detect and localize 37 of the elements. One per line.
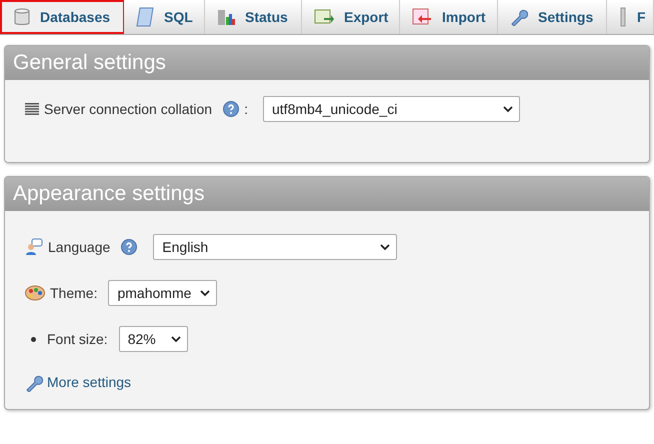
list-icon <box>25 103 39 115</box>
chevron-down-icon <box>170 336 181 342</box>
palette-icon <box>25 285 45 301</box>
panel-title: Appearance settings <box>5 177 649 211</box>
dropdown[interactable]: 82% <box>118 326 188 352</box>
nav-tab[interactable]: SQL <box>124 0 205 34</box>
field-label: Server connection collation <box>44 100 212 118</box>
field-label: Font size: <box>47 330 108 348</box>
help-icon[interactable] <box>223 101 240 117</box>
nav-tab[interactable]: Databases <box>0 0 124 34</box>
chevron-down-icon <box>503 106 513 112</box>
nav-tab[interactable]: Settings <box>498 0 607 34</box>
nav-tab[interactable]: Status <box>205 0 302 34</box>
panel-title: General settings <box>5 46 649 80</box>
table-arrow-icon <box>314 9 334 25</box>
dropdown[interactable]: utf8mb4_unicode_ci <box>263 96 520 122</box>
field-label: Language <box>48 238 110 257</box>
scroll-icon <box>136 7 154 27</box>
bar-chart-icon <box>217 8 235 26</box>
cylinder-icon <box>14 8 30 26</box>
field-label: Theme: <box>50 284 98 302</box>
bar-icon <box>619 7 627 27</box>
chevron-down-icon <box>380 244 390 250</box>
nav-tab[interactable]: Export <box>302 0 400 34</box>
chevron-down-icon <box>200 290 210 296</box>
more-settings-link[interactable]: More settings <box>47 372 132 393</box>
nav-tab[interactable]: F <box>607 0 654 34</box>
help-icon[interactable] <box>121 239 138 255</box>
nav-tab[interactable]: Import <box>400 0 498 34</box>
colon: : <box>244 100 248 118</box>
wrench-icon <box>25 374 43 392</box>
person-speech-icon <box>25 238 43 256</box>
wrench-icon <box>510 8 528 26</box>
dropdown[interactable]: pmahomme <box>108 280 218 306</box>
bullet-icon <box>31 336 36 342</box>
dropdown[interactable]: English <box>153 234 398 260</box>
table-arrow-icon <box>412 8 432 26</box>
